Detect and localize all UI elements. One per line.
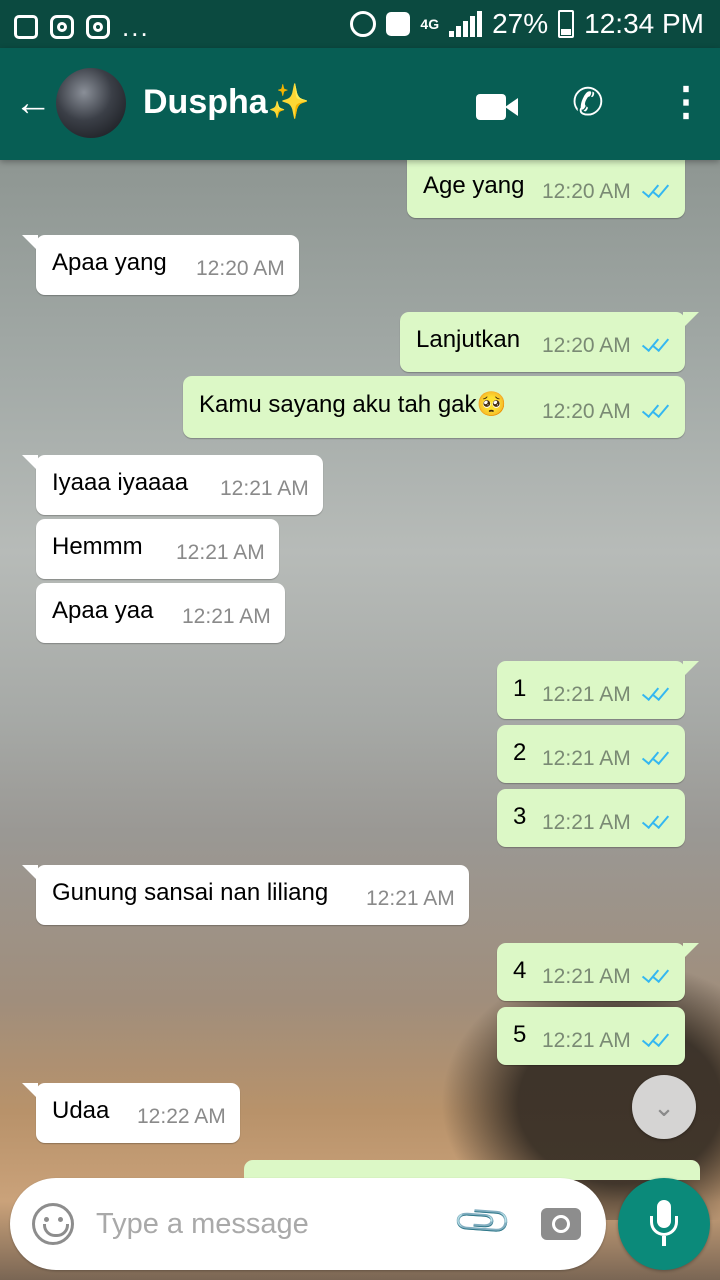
message-time: 12:20 AM bbox=[542, 400, 631, 423]
phone-icon[interactable]: ✆ bbox=[572, 84, 604, 122]
message-text: Age yang bbox=[423, 172, 525, 199]
video-call-icon[interactable] bbox=[476, 94, 518, 120]
message-outgoing[interactable]: Lanjutkan 12:20 AM bbox=[400, 312, 699, 372]
message-time: 12:21 AM bbox=[542, 1029, 631, 1052]
scroll-to-bottom-button[interactable]: ⌄ bbox=[632, 1075, 696, 1139]
message-time: 12:21 AM bbox=[176, 541, 265, 564]
message-text: Kamu sayang aku tah gak🥺 bbox=[199, 391, 507, 418]
message-time: 12:21 AM bbox=[182, 605, 271, 628]
read-receipt-icon bbox=[641, 180, 671, 202]
message-incoming[interactable]: Apaa yaa 12:21 AM bbox=[36, 583, 285, 643]
message-outgoing[interactable]: 5 12:21 AM bbox=[497, 1007, 685, 1065]
message-time: 12:21 AM bbox=[542, 683, 631, 706]
network-type: 4G bbox=[420, 16, 440, 32]
message-text: 3 bbox=[513, 803, 527, 830]
message-incoming[interactable]: Apaa yang 12:20 AM bbox=[22, 235, 299, 295]
emoji-icon[interactable] bbox=[32, 1203, 74, 1245]
read-receipt-icon bbox=[641, 811, 671, 833]
arrow-left-icon[interactable]: ← bbox=[14, 84, 52, 122]
message-text: 4 bbox=[513, 957, 527, 984]
message-time: 12:21 AM bbox=[366, 887, 455, 910]
message-text: Udaa bbox=[52, 1097, 110, 1124]
message-outgoing-partial[interactable] bbox=[244, 1160, 700, 1180]
message-text: Lanjutkan bbox=[416, 326, 521, 353]
status-bar: ... 4G 27% 12:34 PM bbox=[0, 0, 720, 48]
message-time: 12:21 AM bbox=[542, 811, 631, 834]
message-outgoing[interactable]: 1 12:21 AM bbox=[497, 661, 699, 719]
read-receipt-icon bbox=[641, 683, 671, 705]
message-outgoing[interactable]: Age yang 12:20 AM bbox=[407, 160, 685, 218]
message-text: 1 bbox=[513, 675, 527, 702]
more-notifications: ... bbox=[122, 12, 150, 42]
message-time: 12:22 AM bbox=[137, 1105, 226, 1128]
message-outgoing[interactable]: 2 12:21 AM bbox=[497, 725, 685, 783]
message-outgoing[interactable]: 3 12:21 AM bbox=[497, 789, 685, 847]
message-time: 12:20 AM bbox=[196, 257, 285, 280]
status-bar-notifications: ... bbox=[14, 10, 150, 43]
clock: 12:34 PM bbox=[584, 8, 704, 39]
gallery-icon bbox=[14, 14, 38, 39]
chat-area[interactable]: Age yang 12:20 AM Apaa yang 12:20 AM Lan… bbox=[0, 160, 720, 1280]
message-text: Iyaaa iyaaaa bbox=[52, 469, 189, 496]
message-time: 12:21 AM bbox=[542, 965, 631, 988]
message-outgoing[interactable]: Kamu sayang aku tah gak🥺 12:20 AM bbox=[183, 376, 685, 438]
message-incoming[interactable]: Udaa 12:22 AM bbox=[22, 1083, 240, 1143]
message-incoming[interactable]: Hemmm 12:21 AM bbox=[36, 519, 279, 579]
alarm-icon bbox=[350, 11, 377, 37]
call-status-icon bbox=[386, 12, 411, 36]
message-time: 12:20 AM bbox=[542, 334, 631, 357]
paperclip-icon[interactable]: 📎 bbox=[451, 1190, 516, 1255]
read-receipt-icon bbox=[641, 334, 671, 356]
read-receipt-icon bbox=[641, 747, 671, 769]
read-receipt-icon bbox=[641, 400, 671, 422]
read-receipt-icon bbox=[641, 965, 671, 987]
message-text: 5 bbox=[513, 1021, 527, 1048]
instagram-icon bbox=[86, 14, 110, 39]
message-text: Hemmm bbox=[52, 533, 143, 560]
chevron-double-down-icon: ⌄ bbox=[653, 1092, 675, 1122]
battery-icon bbox=[558, 10, 575, 38]
microphone-button[interactable] bbox=[618, 1178, 710, 1270]
contact-name[interactable]: Duspha✨ bbox=[143, 82, 310, 122]
message-time: 12:20 AM bbox=[542, 180, 631, 203]
message-composer[interactable]: Type a message 📎 bbox=[10, 1178, 606, 1270]
signal-icon bbox=[449, 11, 483, 37]
message-text: 2 bbox=[513, 739, 527, 766]
battery-percent: 27% bbox=[492, 8, 549, 39]
status-bar-system: 4G 27% 12:34 PM bbox=[350, 8, 704, 40]
message-text: Gunung sansai nan liliang bbox=[52, 879, 329, 906]
avatar[interactable] bbox=[56, 68, 126, 138]
chat-header: ← Duspha✨ ✆ ⋮ bbox=[0, 48, 720, 160]
more-vertical-icon[interactable]: ⋮ bbox=[666, 82, 706, 122]
message-input[interactable]: Type a message bbox=[96, 1208, 309, 1241]
message-text: Apaa yaa bbox=[52, 597, 154, 624]
message-incoming[interactable]: Iyaaa iyaaaa 12:21 AM bbox=[22, 455, 323, 515]
instagram-icon bbox=[50, 14, 74, 39]
message-time: 12:21 AM bbox=[542, 747, 631, 770]
read-receipt-icon bbox=[641, 1029, 671, 1051]
message-text: Apaa yang bbox=[52, 249, 167, 276]
camera-icon[interactable] bbox=[541, 1208, 581, 1240]
message-outgoing[interactable]: 4 12:21 AM bbox=[497, 943, 699, 1001]
message-time: 12:21 AM bbox=[220, 477, 309, 500]
message-incoming[interactable]: Gunung sansai nan liliang 12:21 AM bbox=[22, 865, 469, 925]
